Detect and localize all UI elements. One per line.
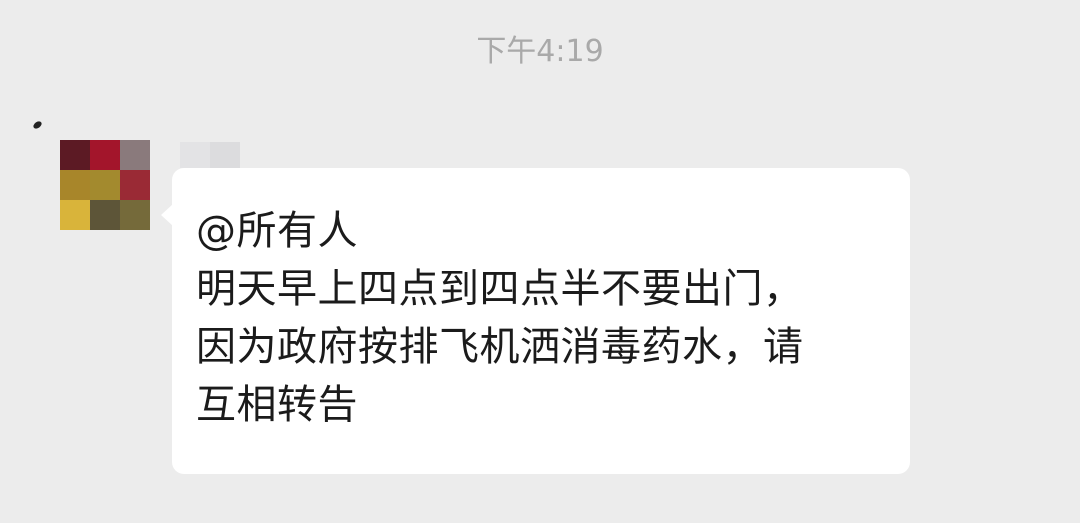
message-line: @所有人	[196, 208, 358, 254]
avatar-pixel	[60, 140, 90, 170]
avatar-pixel	[120, 170, 150, 200]
chat-timestamp: 下午4:19	[476, 34, 604, 69]
avatar-pixel	[120, 140, 150, 170]
avatar-pixel	[60, 170, 90, 200]
sender-name-blurred	[180, 142, 240, 168]
avatar[interactable]	[60, 140, 150, 230]
message-line: 明天早上四点到四点半不要出门，	[196, 266, 804, 312]
avatar-pixel	[120, 200, 150, 230]
avatar-pixel	[90, 170, 120, 200]
avatar-pixel	[60, 200, 90, 230]
name-blur-block	[210, 142, 240, 168]
name-blur-block	[180, 142, 210, 168]
message-line: 互相转告	[196, 382, 358, 428]
avatar-pixel	[90, 140, 120, 170]
message-line: 因为政府按排飞机洒消毒药水，请	[196, 324, 804, 370]
message-bubble[interactable]: @所有人 明天早上四点到四点半不要出门， 因为政府按排飞机洒消毒药水，请 互相转…	[161, 168, 910, 474]
stray-speck	[32, 119, 43, 131]
avatar-pixel	[90, 200, 120, 230]
